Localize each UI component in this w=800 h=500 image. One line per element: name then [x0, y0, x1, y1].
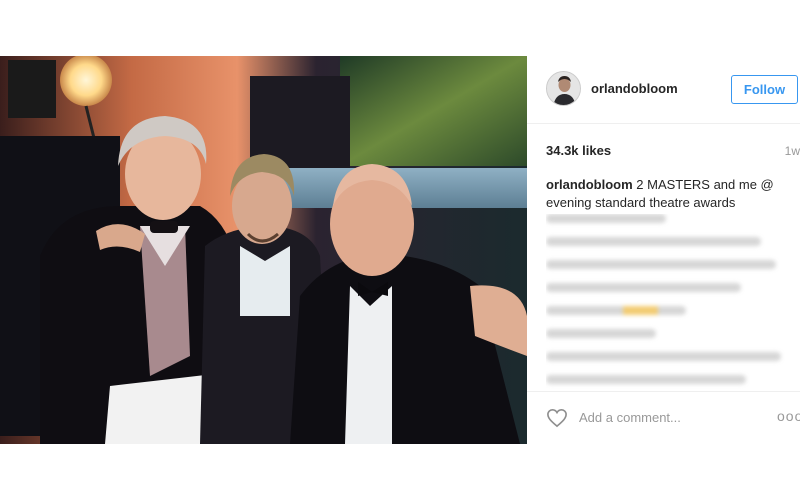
follow-button[interactable]: Follow [731, 75, 798, 104]
blurred-comment-line [546, 352, 781, 361]
caption-username[interactable]: orlandobloom [546, 177, 633, 192]
post-header: orlandobloom Follow [527, 56, 800, 124]
username-link[interactable]: orlandobloom [591, 81, 678, 96]
blurred-comment-line [546, 214, 666, 223]
blurred-comments [546, 214, 796, 390]
blurred-comment-line [546, 237, 761, 246]
photo-illustration [0, 56, 527, 444]
blurred-comment-line [546, 260, 776, 269]
blurred-comment-line [546, 375, 746, 384]
blurred-comment-line [546, 306, 686, 315]
more-options-icon[interactable]: ooo [777, 408, 800, 424]
likes-count[interactable]: 34.3k likes [546, 143, 611, 158]
post-photo[interactable] [0, 56, 527, 444]
avatar-image [547, 72, 580, 105]
avatar[interactable] [546, 71, 581, 106]
post-caption: orlandobloom 2 MASTERS and me @ evening … [546, 176, 786, 212]
heart-outline-icon[interactable] [546, 408, 568, 428]
blurred-comment-line [546, 329, 656, 338]
post-side-panel: orlandobloom Follow 34.3k likes 1w orlan… [527, 56, 800, 444]
add-comment-input[interactable]: Add a comment... [579, 410, 681, 425]
post-timestamp[interactable]: 1w [785, 144, 800, 158]
post-footer: Add a comment... ooo [527, 391, 800, 444]
instagram-post: orlandobloom Follow 34.3k likes 1w orlan… [0, 56, 800, 444]
blurred-comment-line [546, 283, 741, 292]
